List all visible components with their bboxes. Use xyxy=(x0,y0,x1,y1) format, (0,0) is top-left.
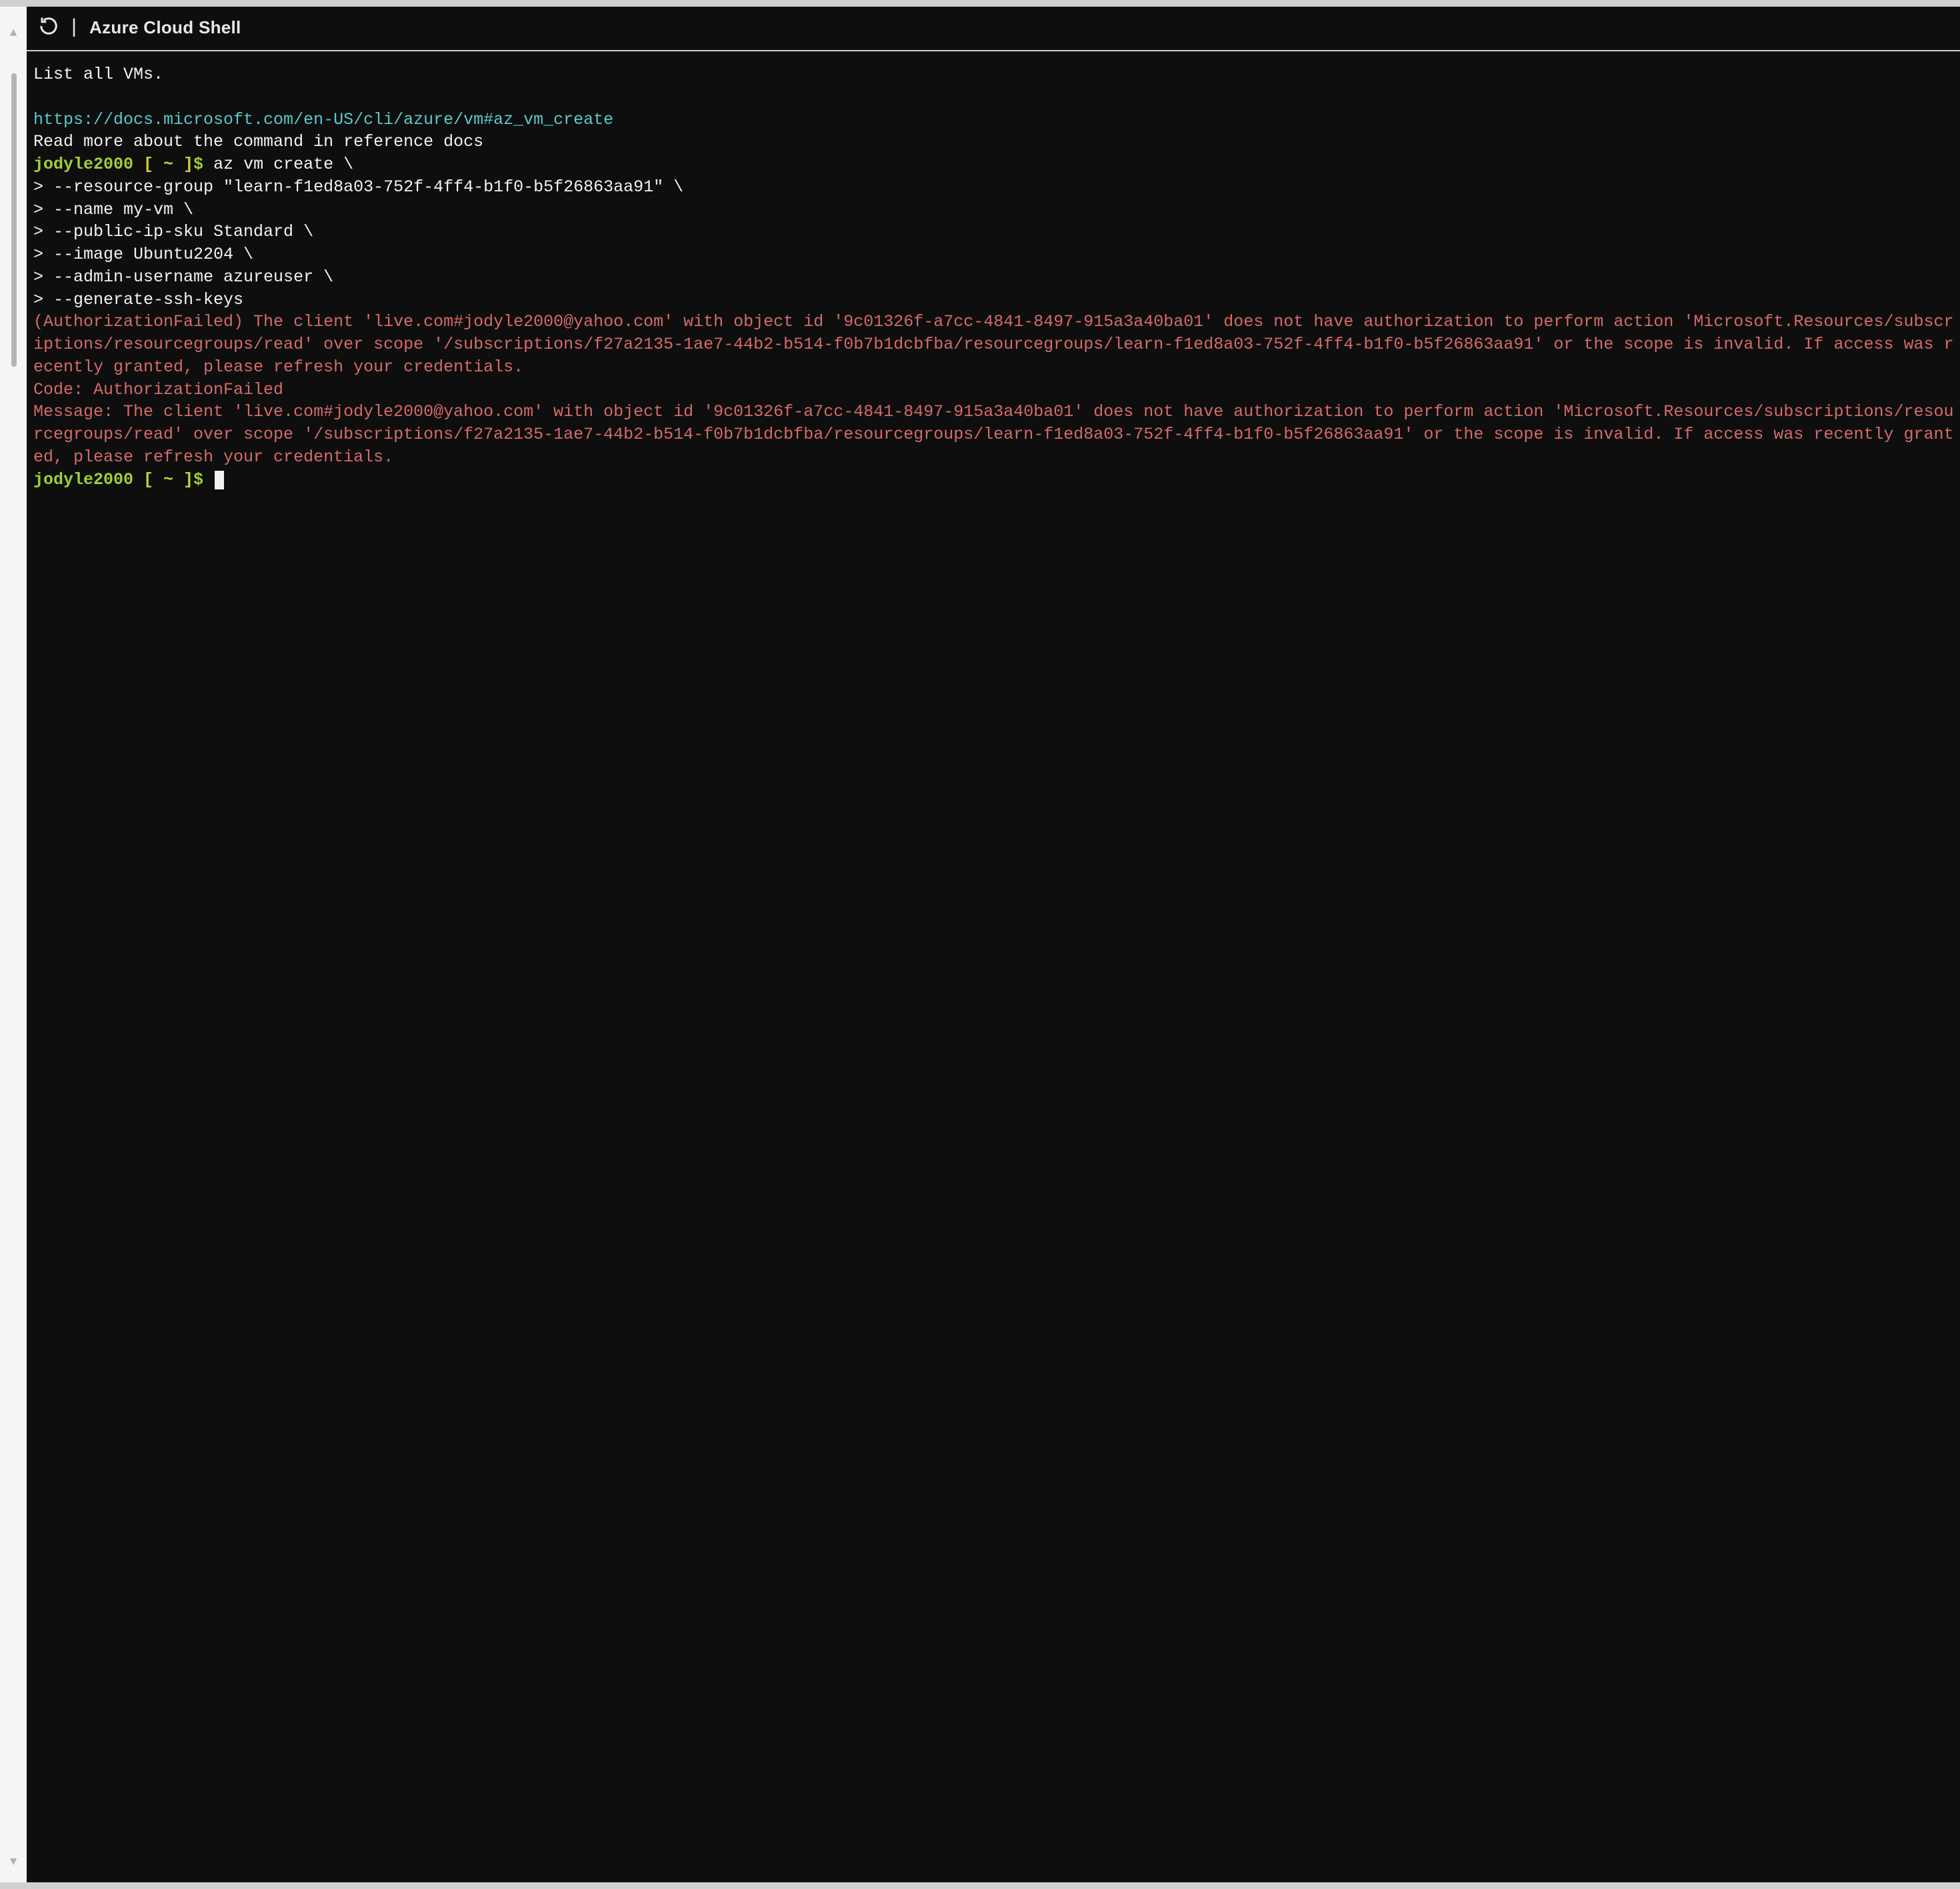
title-text: Azure Cloud Shell xyxy=(89,17,241,38)
title-divider: | xyxy=(68,18,80,38)
scroll-up-arrow[interactable]: ▲ xyxy=(10,27,17,40)
scroll-gutter: ▲ ▼ xyxy=(0,7,27,1882)
restart-icon[interactable] xyxy=(39,16,59,39)
title-bar: | Azure Cloud Shell xyxy=(27,7,1960,51)
doc-hint: Read more about the command in reference… xyxy=(33,132,483,151)
prompt-user-2: jodyle2000 xyxy=(33,470,133,489)
command-line-6: > --generate-ssh-keys xyxy=(33,290,243,309)
prompt-symbol-2: $ xyxy=(193,470,213,489)
command-line-2: > --name my-vm \ xyxy=(33,200,193,219)
cursor xyxy=(215,471,224,489)
command-line-1: > --resource-group "learn-f1ed8a03-752f-… xyxy=(33,177,683,197)
intro-line: List all VMs. xyxy=(33,65,163,84)
prompt-path-2: [ ~ ] xyxy=(133,470,193,489)
error-block: (AuthorizationFailed) The client 'live.c… xyxy=(33,312,1953,467)
command-line-5: > --admin-username azureuser \ xyxy=(33,267,333,287)
scroll-thumb[interactable] xyxy=(11,73,17,367)
command-line-3: > --public-ip-sku Standard \ xyxy=(33,222,313,241)
prompt-user: jodyle2000 xyxy=(33,155,133,174)
app-frame: ▲ ▼ | Azure Cloud Shell List all VMs. ht… xyxy=(0,7,1960,1882)
command-line-0: az vm create \ xyxy=(213,155,353,174)
command-line-4: > --image Ubuntu2204 \ xyxy=(33,245,253,264)
prompt-symbol: $ xyxy=(193,155,213,174)
doc-url[interactable]: https://docs.microsoft.com/en-US/cli/azu… xyxy=(33,110,613,129)
terminal-output[interactable]: List all VMs. https://docs.microsoft.com… xyxy=(27,51,1960,503)
prompt-path: [ ~ ] xyxy=(133,155,193,174)
cloud-shell-panel: | Azure Cloud Shell List all VMs. https:… xyxy=(27,7,1960,1882)
scroll-down-arrow[interactable]: ▼ xyxy=(10,1856,17,1869)
